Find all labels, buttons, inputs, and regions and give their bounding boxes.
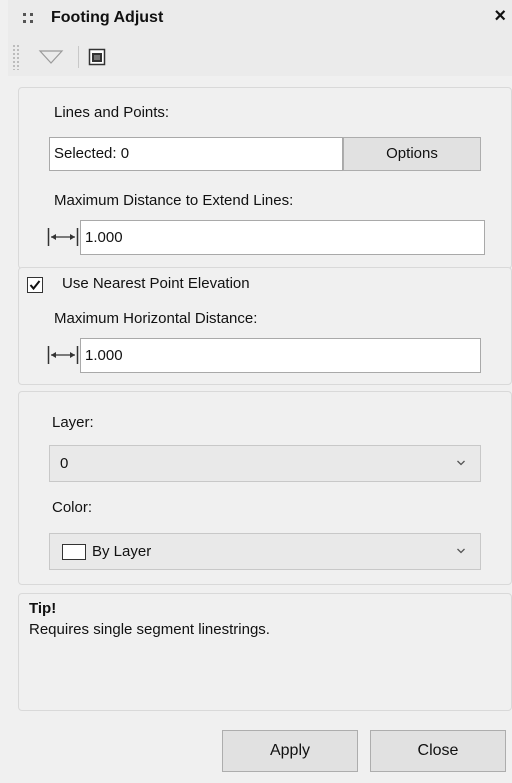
close-button[interactable]: Close	[370, 730, 506, 772]
layer-label: Layer:	[52, 414, 94, 431]
color-swatch	[62, 544, 86, 560]
selected-count-field[interactable]: Selected: 0	[49, 137, 343, 171]
tip-title: Tip!	[29, 600, 57, 617]
max-horizontal-label: Maximum Horizontal Distance:	[54, 310, 258, 327]
color-dropdown[interactable]: By Layer	[49, 533, 481, 570]
layer-color-group: Layer: 0 Color: By Layer	[18, 391, 512, 585]
max-distance-input[interactable]: 1.000	[80, 220, 485, 255]
grip-icon[interactable]	[22, 12, 34, 24]
close-icon[interactable]: ×	[494, 6, 506, 26]
max-distance-label: Maximum Distance to Extend Lines:	[54, 192, 294, 209]
layer-value: 0	[60, 455, 69, 472]
chevron-down-icon	[457, 460, 465, 466]
options-button[interactable]: Options	[343, 137, 481, 171]
toolbar	[8, 38, 512, 76]
checkmark-icon	[29, 280, 41, 291]
tip-text: Requires single segment linestrings.	[29, 621, 270, 638]
window-title: Footing Adjust	[51, 9, 164, 26]
distance-icon	[47, 228, 79, 246]
triangle-down-icon[interactable]	[38, 48, 64, 66]
title-bar: Footing Adjust ×	[8, 0, 512, 38]
apply-button[interactable]: Apply	[222, 730, 358, 772]
toolbar-grip-icon[interactable]	[12, 44, 20, 70]
use-nearest-point-checkbox[interactable]	[27, 277, 43, 293]
horizontal-distance-icon	[47, 346, 79, 364]
toolbar-separator	[78, 46, 79, 68]
use-nearest-point-label[interactable]: Use Nearest Point Elevation	[62, 275, 250, 292]
lines-points-label: Lines and Points:	[54, 104, 170, 121]
tip-panel: Tip! Requires single segment linestrings…	[18, 593, 512, 711]
nearest-point-group: Use Nearest Point Elevation Maximum Hori…	[18, 267, 512, 385]
max-horizontal-input[interactable]: 1.000	[80, 338, 481, 373]
lines-points-group: Lines and Points: Selected: 0 Options Ma…	[18, 87, 512, 269]
color-value: By Layer	[92, 543, 152, 560]
chevron-down-icon	[457, 548, 465, 554]
color-label: Color:	[52, 499, 93, 516]
layer-dropdown[interactable]: 0	[49, 445, 481, 482]
window-icon[interactable]	[88, 48, 106, 66]
